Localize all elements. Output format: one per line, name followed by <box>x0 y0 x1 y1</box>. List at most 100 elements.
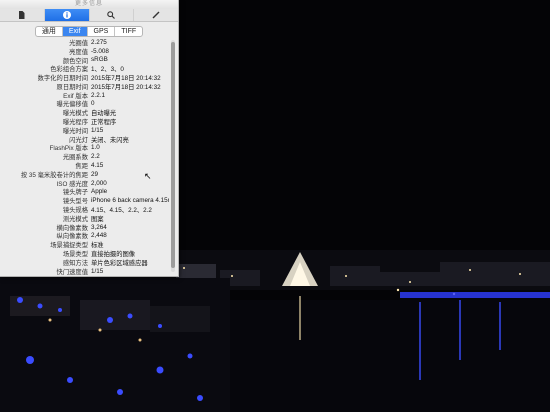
info-tool-button[interactable] <box>44 9 90 21</box>
exif-key: 镜头型号 <box>62 198 88 206</box>
exif-key: 曝光模式 <box>62 110 88 118</box>
exif-row: 闪光灯 关闭、未闪亮 <box>0 135 170 144</box>
exif-row: FlashPix 版本 1.0 <box>0 144 170 153</box>
exif-value: 关闭、未闪亮 <box>91 136 129 144</box>
exif-key: 横向像素数 <box>56 224 88 232</box>
exif-value: 0 <box>91 100 95 108</box>
exif-value: -5.008 <box>91 47 109 55</box>
exif-key: 测光模式 <box>62 215 88 223</box>
exif-row: 光圈系数 2.2 <box>0 152 170 161</box>
exif-key: 快门速度值 <box>56 268 88 276</box>
exif-row: 颜色空间 sRGB <box>0 56 170 65</box>
tab-exif[interactable]: Exif <box>62 26 88 36</box>
exif-value: 2,000 <box>91 179 107 187</box>
scrollbar-thumb[interactable] <box>171 42 175 268</box>
exif-key: 色彩组合方案 <box>50 66 88 74</box>
exif-value: 1/15 <box>91 126 104 134</box>
exif-row: 横向像素数 3,264 <box>0 223 170 232</box>
exif-value: 4.15 <box>91 162 104 170</box>
document-icon <box>19 11 25 19</box>
exif-value: 单片色彩区域感应器 <box>91 259 148 267</box>
exif-value: 2015年7月18日 20:14:32 <box>91 83 161 91</box>
exif-key: 闪光灯 <box>69 136 88 144</box>
exif-list: 光圈值 2.275 亮度值 -5.008 颜色空间 sRGB 色彩组合方案 1、2、3、… <box>0 38 170 276</box>
search-icon <box>107 11 116 19</box>
exif-key: 场景捕捉类型 <box>50 242 88 250</box>
exif-row: 光圈值 2.275 <box>0 38 170 47</box>
inspector-toolbar <box>0 9 178 22</box>
exif-key: 感知方法 <box>62 259 88 267</box>
exif-key: 颜色空间 <box>62 57 88 65</box>
exif-row: 快门速度值 1/15 <box>0 267 170 276</box>
exif-row: 纵向像素数 2,448 <box>0 232 170 241</box>
exif-value: 直接拍摄的图像 <box>91 251 136 259</box>
exif-value: 29 <box>91 170 99 178</box>
exif-row: 曝光程序 正常程序 <box>0 117 170 126</box>
exif-row: 曝光时间 1/15 <box>0 126 170 135</box>
window-title: 更多信息 <box>0 0 178 9</box>
exif-row: 原日期时间 2015年7月18日 20:14:32 <box>0 82 170 91</box>
exif-key: 曝光程序 <box>62 119 88 127</box>
exif-value: Apple <box>91 188 108 196</box>
exif-value: sRGB <box>91 56 108 64</box>
exif-row: 亮度值 -5.008 <box>0 47 170 56</box>
exif-value: 自动曝光 <box>91 110 117 118</box>
exif-value: 2,448 <box>91 232 107 240</box>
exif-key: 曝光偏移值 <box>56 101 88 109</box>
exif-key: 按 35 毫米胶卷计的焦距 <box>20 171 88 179</box>
metadata-tabs: 通用 Exif GPS TIFF <box>0 22 178 38</box>
exif-row: 数字化的日期时间 2015年7月18日 20:14:32 <box>0 73 170 82</box>
tab-gps[interactable]: GPS <box>88 26 116 36</box>
exif-key: 原日期时间 <box>56 83 88 91</box>
foreground-left <box>0 278 230 412</box>
tab-general[interactable]: 通用 <box>36 26 63 36</box>
info-icon <box>62 11 71 19</box>
exif-row: 焦距 4.15 <box>0 161 170 170</box>
search-tool-button[interactable] <box>90 9 135 21</box>
exif-row: Exif 版本 2.2.1 <box>0 91 170 100</box>
exif-row: 曝光偏移值 0 <box>0 100 170 109</box>
exif-value: 正常程序 <box>91 119 117 127</box>
exif-row: 曝光模式 自动曝光 <box>0 108 170 117</box>
exif-value: 2.2.1 <box>91 91 106 99</box>
exif-key: 光圈系数 <box>62 154 88 162</box>
exif-row: 场景类型 直接拍摄的图像 <box>0 249 170 258</box>
exif-key: 焦距 <box>75 163 88 171</box>
exif-value: 2.2 <box>91 153 100 161</box>
scrollbar[interactable] <box>171 40 175 272</box>
exif-row: 场景捕捉类型 标准 <box>0 240 170 249</box>
exif-key: 镜头规格 <box>62 207 88 215</box>
exif-row: 感知方法 单片色彩区域感应器 <box>0 258 170 267</box>
exif-key: 光圈值 <box>69 39 88 47</box>
exif-row: 测光模式 图案 <box>0 214 170 223</box>
exif-key: 亮度值 <box>69 48 88 56</box>
exif-value: iPhone 6 back camera 4.15mm f/2.2 <box>91 197 169 205</box>
exif-key: Exif 版本 <box>63 92 88 100</box>
exif-value: 1、2、3、0 <box>91 66 124 74</box>
exif-key: FlashPix 版本 <box>49 145 89 153</box>
exif-key: 场景类型 <box>62 251 88 259</box>
exif-key: ISO 感光度 <box>56 180 89 188</box>
exif-value: 标准 <box>91 242 104 250</box>
exif-value: 1/15 <box>91 267 104 275</box>
mouse-cursor-icon: ↖ <box>144 171 152 181</box>
tab-tiff[interactable]: TIFF <box>115 27 142 36</box>
lake <box>200 300 550 412</box>
exif-value: 3,264 <box>91 223 107 231</box>
pen-tool-button[interactable] <box>134 9 178 21</box>
exif-key: 曝光时间 <box>62 127 88 135</box>
exif-value: 4.15、4.15、2.2、2.2 <box>91 207 152 215</box>
pen-icon <box>152 11 160 19</box>
exif-row: 镜头牌子 Apple <box>0 188 170 197</box>
exif-value: 2.275 <box>91 38 107 46</box>
exif-row: 镜头型号iPhone 6 back camera 4.15mm f/2.2 <box>0 196 170 205</box>
exif-value: 2015年7月18日 20:14:32 <box>91 75 161 83</box>
exif-row: 色彩组合方案 1、2、3、0 <box>0 64 170 73</box>
info-inspector-window: 更多信息 通用 Exif GPS TIFF 光圈值 2.275 亮度值 -5.008… <box>0 0 179 277</box>
exif-key: 镜头牌子 <box>62 189 88 197</box>
document-tool-button[interactable] <box>0 9 45 21</box>
exif-key: 纵向像素数 <box>56 233 88 241</box>
exif-value: 1.0 <box>91 144 100 152</box>
exif-value: 图案 <box>91 215 104 223</box>
exif-key: 数字化的日期时间 <box>37 75 88 83</box>
